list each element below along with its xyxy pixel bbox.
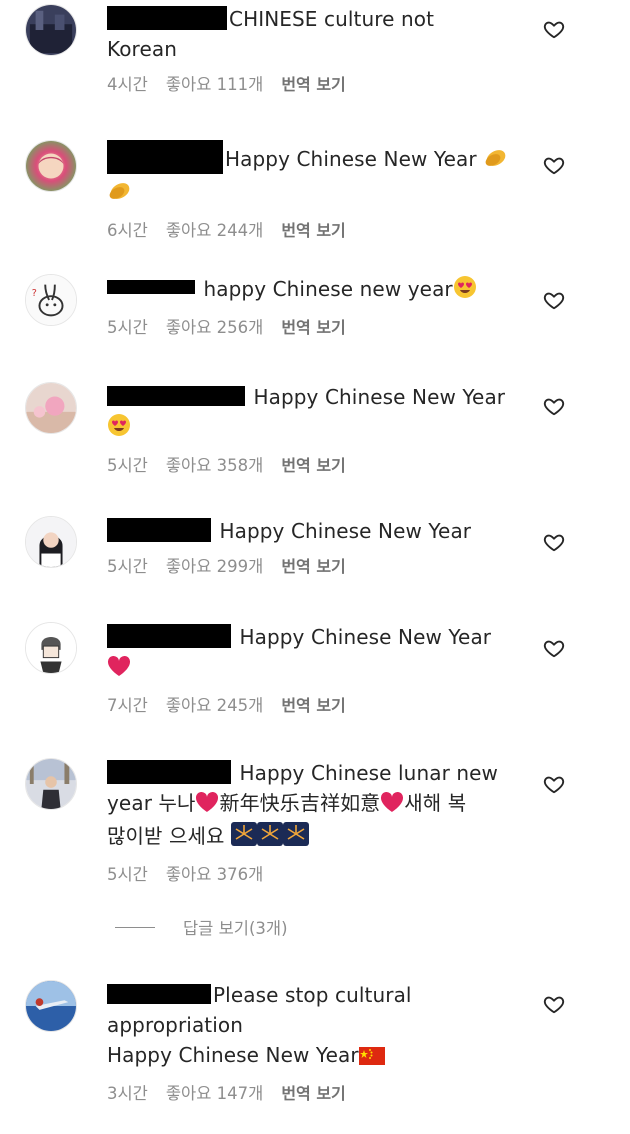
timestamp: 5시간 bbox=[107, 456, 148, 475]
comment-text: Happy Chinese New Year bbox=[107, 622, 527, 685]
like-count[interactable]: 좋아요 256개 bbox=[166, 318, 263, 337]
fireworks-emoji bbox=[230, 822, 257, 854]
like-count[interactable]: 좋아요 111개 bbox=[166, 75, 263, 94]
svg-text:?: ? bbox=[32, 288, 37, 299]
comment-text: Happy Chinese lunar new year 누나 新年快乐吉祥如意 새해… bbox=[107, 758, 527, 854]
like-heart-icon[interactable] bbox=[543, 154, 565, 176]
like-count[interactable]: 좋아요 147개 bbox=[166, 1084, 263, 1103]
redacted-username bbox=[107, 760, 231, 784]
timestamp: 6시간 bbox=[107, 221, 148, 240]
comment-text: Happy Chinese New Year bbox=[107, 516, 527, 546]
like-heart-icon[interactable] bbox=[543, 637, 565, 659]
avatar[interactable] bbox=[25, 140, 77, 192]
see-translation-link[interactable]: 번역 보기 bbox=[281, 696, 345, 715]
avatar[interactable] bbox=[25, 382, 77, 434]
see-translation-link[interactable]: 번역 보기 bbox=[281, 557, 345, 576]
redacted-username bbox=[107, 624, 231, 648]
fireworks-emoji bbox=[282, 822, 309, 854]
comment-text: Happy Chinese New Year bbox=[107, 140, 527, 210]
comment-meta: 5시간 좋아요 256개 번역 보기 bbox=[107, 317, 527, 339]
comment-meta: 5시간 좋아요 299개 번역 보기 bbox=[107, 556, 527, 578]
comment-meta: 7시간 좋아요 245개 번역 보기 bbox=[107, 695, 527, 717]
like-heart-icon[interactable] bbox=[543, 531, 565, 553]
timestamp: 7시간 bbox=[107, 696, 148, 715]
avatar[interactable]: ? bbox=[25, 274, 77, 326]
view-replies-label: 답글 보기(3개) bbox=[183, 919, 288, 938]
comment-meta: 3시간 좋아요 147개 번역 보기 bbox=[107, 1083, 527, 1105]
redacted-username bbox=[107, 140, 223, 174]
comment-text: happy Chinese new year bbox=[107, 274, 527, 307]
avatar[interactable] bbox=[25, 980, 77, 1032]
redacted-username bbox=[107, 6, 227, 30]
see-translation-link[interactable]: 번역 보기 bbox=[281, 1084, 345, 1103]
comment-meta: 5시간 좋아요 358개 번역 보기 bbox=[107, 455, 527, 477]
comment-meta: 5시간 좋아요 376개 bbox=[107, 864, 527, 886]
clapping-hands-emoji bbox=[107, 178, 133, 210]
comment-meta: 4시간 좋아요 111개 번역 보기 bbox=[107, 74, 527, 96]
like-count[interactable]: 좋아요 376개 bbox=[166, 865, 263, 884]
replies-divider bbox=[115, 926, 155, 928]
like-heart-icon[interactable] bbox=[543, 395, 565, 417]
like-count[interactable]: 좋아요 358개 bbox=[166, 456, 263, 475]
see-translation-link[interactable]: 번역 보기 bbox=[281, 75, 345, 94]
like-count[interactable]: 좋아요 244개 bbox=[166, 221, 263, 240]
comment-text: CHINESE culture not Korean bbox=[107, 6, 435, 61]
china-flag-emoji bbox=[358, 1043, 385, 1073]
like-heart-icon[interactable] bbox=[543, 289, 565, 311]
avatar[interactable] bbox=[25, 622, 77, 674]
red-heart-emoji bbox=[195, 791, 219, 821]
avatar[interactable] bbox=[25, 4, 77, 56]
timestamp: 5시간 bbox=[107, 557, 148, 576]
heart-eyes-emoji bbox=[107, 413, 131, 445]
comment-text: Happy Chinese New Year bbox=[107, 382, 527, 445]
timestamp: 5시간 bbox=[107, 865, 148, 884]
redacted-username bbox=[107, 280, 195, 294]
like-heart-icon[interactable] bbox=[543, 773, 565, 795]
avatar[interactable] bbox=[25, 516, 77, 568]
like-count[interactable]: 좋아요 299개 bbox=[166, 557, 263, 576]
clapping-hands-emoji bbox=[483, 145, 509, 177]
redacted-username bbox=[107, 518, 211, 542]
timestamp: 4시간 bbox=[107, 75, 148, 94]
see-translation-link[interactable]: 번역 보기 bbox=[281, 318, 345, 337]
timestamp: 3시간 bbox=[107, 1084, 148, 1103]
like-heart-icon[interactable] bbox=[543, 993, 565, 1015]
redacted-username bbox=[107, 984, 211, 1004]
comment-text: Please stop cultural appropriation Happy C… bbox=[107, 980, 527, 1073]
red-heart-emoji bbox=[107, 655, 131, 685]
see-translation-link[interactable]: 번역 보기 bbox=[281, 221, 345, 240]
timestamp: 5시간 bbox=[107, 318, 148, 337]
redacted-username bbox=[107, 386, 245, 406]
like-heart-icon[interactable] bbox=[543, 18, 565, 40]
like-count[interactable]: 좋아요 245개 bbox=[166, 696, 263, 715]
fireworks-emoji bbox=[256, 822, 283, 854]
see-translation-link[interactable]: 번역 보기 bbox=[281, 456, 345, 475]
red-heart-emoji bbox=[380, 791, 404, 821]
heart-eyes-emoji bbox=[453, 275, 477, 307]
avatar[interactable] bbox=[25, 758, 77, 810]
comment-meta: 6시간 좋아요 244개 번역 보기 bbox=[107, 220, 527, 242]
view-replies-button[interactable]: 답글 보기(3개) bbox=[115, 915, 288, 939]
